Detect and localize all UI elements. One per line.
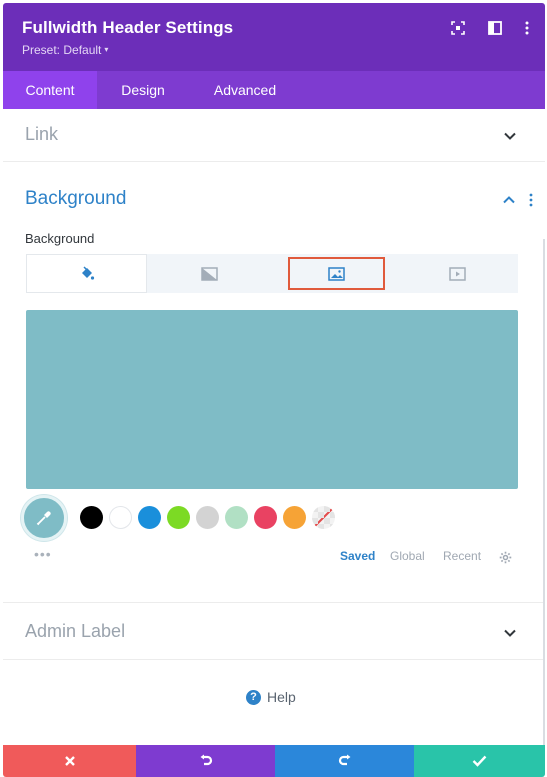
section-admin-label[interactable]: Admin Label <box>3 602 545 660</box>
section-link[interactable]: Link <box>3 109 545 162</box>
save-button[interactable] <box>414 745 545 777</box>
bg-tab-video[interactable] <box>397 254 518 293</box>
help-icon: ? <box>246 689 261 705</box>
settings-modal: Fullwidth Header Settings Preset: Defaul… <box>3 3 545 777</box>
color-picker-button[interactable] <box>21 495 67 541</box>
background-field-label: Background <box>25 231 95 246</box>
preset-selector[interactable]: Preset: Default ▾ <box>22 43 108 57</box>
tab-advanced[interactable]: Advanced <box>201 71 289 109</box>
sidebar-layout-icon[interactable] <box>484 17 506 39</box>
section-options-icon[interactable] <box>528 193 534 207</box>
video-icon <box>449 266 466 281</box>
image-icon <box>328 266 345 281</box>
more-options-icon[interactable] <box>516 17 538 39</box>
tab-content[interactable]: Content <box>3 71 97 109</box>
chevron-down-icon[interactable] <box>503 626 517 640</box>
undo-button[interactable] <box>136 745 275 777</box>
modal-title: Fullwidth Header Settings <box>22 18 234 37</box>
undo-icon <box>200 754 212 766</box>
background-color-preview[interactable] <box>26 310 518 489</box>
more-swatches-button[interactable]: ••• <box>34 546 52 562</box>
bg-tab-image[interactable] <box>288 257 385 290</box>
cancel-button[interactable] <box>3 745 136 777</box>
paint-bucket-icon <box>81 265 94 280</box>
palette-tab-recent[interactable]: Recent <box>443 549 481 563</box>
redo-icon <box>338 754 350 766</box>
section-link-title: Link <box>25 124 59 144</box>
modal-header: Fullwidth Header Settings Preset: Defaul… <box>3 3 545 71</box>
eyedropper-icon <box>36 511 51 526</box>
palette-tab-saved[interactable]: Saved <box>340 549 375 563</box>
scrollbar[interactable] <box>543 239 545 745</box>
swatch-green[interactable] <box>167 506 190 529</box>
preset-label: Preset: Default <box>22 43 102 57</box>
help-link[interactable]: ? Help <box>246 689 296 705</box>
no-color-icon <box>312 506 335 529</box>
background-type-tabs <box>26 254 518 293</box>
section-admin-label-title: Admin Label <box>25 621 126 641</box>
palette-tab-global[interactable]: Global <box>390 549 425 563</box>
close-icon <box>64 756 75 766</box>
swatch-blue[interactable] <box>138 506 161 529</box>
chevron-down-icon[interactable] <box>503 129 517 143</box>
settings-tabs: Content Design Advanced <box>3 71 545 109</box>
swatch-gray[interactable] <box>196 506 219 529</box>
help-label: Help <box>267 689 296 705</box>
bg-tab-color[interactable] <box>26 254 147 293</box>
swatch-transparent[interactable] <box>312 506 335 529</box>
redo-button[interactable] <box>275 745 414 777</box>
swatch-mint[interactable] <box>225 506 248 529</box>
gear-icon[interactable] <box>499 551 512 564</box>
swatch-pink[interactable] <box>254 506 277 529</box>
swatch-orange[interactable] <box>283 506 306 529</box>
checkmark-icon <box>472 755 487 767</box>
swatch-black[interactable] <box>80 506 103 529</box>
section-background-title[interactable]: Background <box>25 188 126 210</box>
gradient-icon <box>201 266 218 281</box>
chevron-up-icon[interactable] <box>502 193 516 207</box>
screenshot-icon[interactable] <box>447 17 469 39</box>
preset-caret-icon: ▾ <box>104 45 109 54</box>
bg-tab-gradient[interactable] <box>149 254 270 293</box>
swatch-white[interactable] <box>109 506 132 529</box>
modal-footer <box>3 745 545 777</box>
tab-design[interactable]: Design <box>109 71 177 109</box>
